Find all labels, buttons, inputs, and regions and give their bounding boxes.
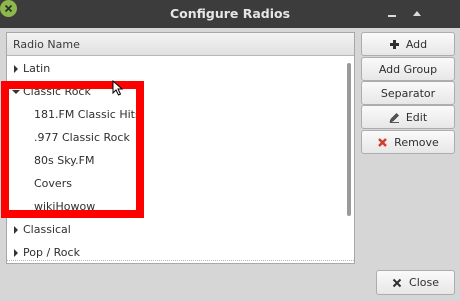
vertical-scrollbar[interactable] <box>347 63 351 216</box>
close-x-icon <box>392 278 402 287</box>
radio-tree[interactable]: Radio Name Latin Classic Rock 181.FM Cla… <box>6 32 355 264</box>
expander-collapsed-icon[interactable] <box>11 248 21 258</box>
tree-row-label: Latin <box>23 62 51 75</box>
pencil-icon <box>389 112 399 123</box>
add-button[interactable]: Add <box>361 32 455 56</box>
tree-row-80s-sky-fm[interactable]: 80s Sky.FM <box>7 150 345 173</box>
separator-button[interactable]: Separator <box>361 81 455 105</box>
minimize-icon[interactable] <box>384 6 400 22</box>
close-button[interactable]: Close <box>376 270 455 295</box>
tree-row-classical[interactable]: Classical <box>7 219 345 242</box>
remove-button[interactable]: Remove <box>361 130 455 154</box>
mouse-pointer-icon <box>112 80 124 96</box>
plus-icon <box>389 39 399 49</box>
add-group-button[interactable]: Add Group <box>361 57 455 81</box>
tree-row-977-classic-rock[interactable]: .977 Classic Rock <box>7 127 345 150</box>
add-group-button-label: Add Group <box>378 62 438 76</box>
edit-button-label: Edit <box>405 110 428 124</box>
tree-row-label: wikiHowow <box>34 200 96 213</box>
maximize-icon[interactable] <box>409 6 425 22</box>
tree-row-181fm-classic-hits[interactable]: 181.FM Classic Hits <box>7 104 345 127</box>
tree-row-label: Classical <box>23 223 71 236</box>
title-bar: Configure Radios <box>0 0 460 28</box>
tree-bottom-divider <box>7 260 354 263</box>
separator-button-label: Separator <box>380 86 436 100</box>
tree-row-latin[interactable]: Latin <box>7 58 345 81</box>
column-header-radio-name[interactable]: Radio Name <box>7 33 354 56</box>
configure-radios-window: Configure Radios Radio Name Latin Classi… <box>0 0 460 301</box>
tree-row-label: 80s Sky.FM <box>34 154 95 167</box>
expander-expanded-icon[interactable] <box>11 87 21 97</box>
remove-button-label: Remove <box>394 135 439 149</box>
expander-collapsed-icon[interactable] <box>11 64 21 74</box>
add-button-label: Add <box>405 37 428 51</box>
expander-collapsed-icon[interactable] <box>11 225 21 235</box>
tree-row-covers[interactable]: Covers <box>7 173 345 196</box>
tree-row-label: 181.FM Classic Hits <box>34 108 141 121</box>
tree-row-label: Pop / Rock <box>23 246 80 259</box>
tree-row-label: .977 Classic Rock <box>34 131 130 144</box>
close-button-label: Close <box>409 276 439 289</box>
tree-row-label: Covers <box>34 177 72 190</box>
edit-button[interactable]: Edit <box>361 105 455 129</box>
column-header-label: Radio Name <box>13 38 80 51</box>
tree-row-classic-rock[interactable]: Classic Rock <box>7 81 345 104</box>
tree-row-label: Classic Rock <box>23 85 91 98</box>
remove-x-icon <box>378 137 388 147</box>
tree-row-wikihowow[interactable]: wikiHowow <box>7 196 345 219</box>
